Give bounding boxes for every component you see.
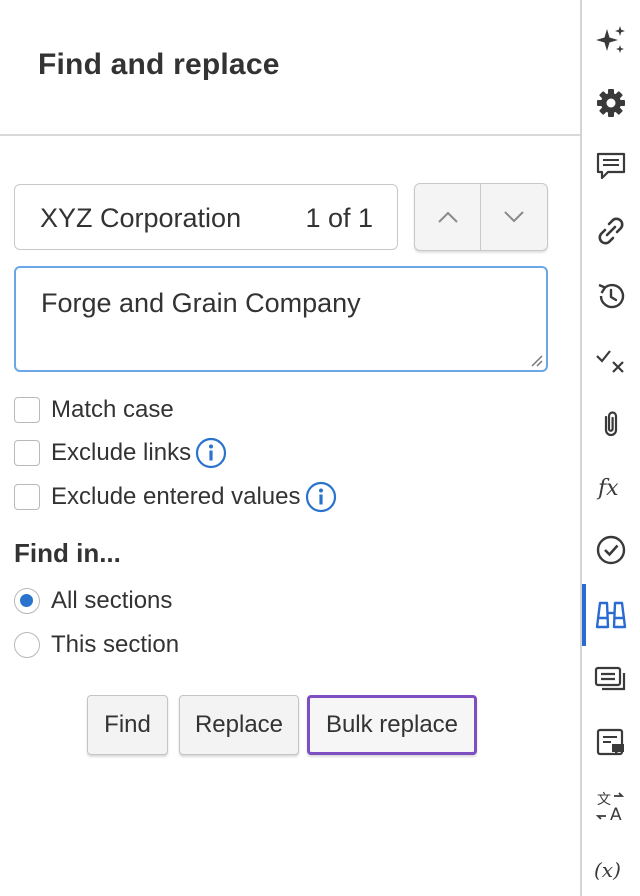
scope-all-sections[interactable]: All sections — [14, 586, 172, 616]
replace-input[interactable]: Forge and Grain Company — [14, 266, 548, 372]
option-match-case[interactable]: Match case — [14, 395, 174, 425]
panel-title: Find and replace — [38, 48, 280, 81]
paperclip-icon — [604, 411, 618, 437]
match-case-checkbox[interactable] — [14, 397, 40, 423]
rail-settings[interactable] — [582, 81, 640, 125]
exclude-entered-values-label: Exclude entered values — [51, 483, 301, 510]
rail-validation[interactable] — [582, 528, 640, 572]
history-icon — [598, 283, 625, 309]
header-divider — [0, 134, 581, 136]
match-case-label: Match case — [51, 396, 174, 423]
this-section-label: This section — [51, 631, 180, 658]
info-icon[interactable] — [195, 437, 227, 469]
rail-variables[interactable]: (x) — [582, 848, 640, 892]
rail-comments[interactable] — [582, 144, 640, 188]
rail-history[interactable] — [582, 274, 640, 318]
cards-icon — [594, 666, 626, 691]
bulk-replace-button[interactable]: Bulk replace — [307, 695, 477, 755]
exclude-links-checkbox[interactable] — [14, 440, 40, 466]
this-section-radio[interactable] — [14, 632, 40, 658]
all-sections-radio[interactable] — [14, 588, 40, 614]
gear-icon — [597, 89, 625, 117]
link-icon — [598, 217, 624, 245]
function-icon: fx — [596, 476, 619, 501]
next-match-button[interactable] — [481, 184, 547, 250]
option-exclude-entered-values[interactable]: Exclude entered values — [14, 481, 337, 513]
info-icon[interactable] — [305, 481, 337, 513]
note-icon — [596, 728, 624, 756]
chevron-down-icon — [504, 211, 524, 223]
chevron-up-icon — [437, 211, 458, 223]
find-replace-panel: Find and replace XYZ Corporation 1 of 1 … — [0, 0, 581, 896]
match-navigation — [414, 183, 548, 251]
check-x-icon — [596, 350, 624, 373]
option-exclude-links[interactable]: Exclude links — [14, 437, 227, 469]
svg-text:A: A — [610, 805, 622, 824]
scope-this-section[interactable]: This section — [14, 630, 179, 660]
rail-cards[interactable] — [582, 657, 640, 701]
sparkle-icon — [596, 26, 625, 53]
rail-review[interactable] — [582, 337, 640, 381]
exclude-links-label: Exclude links — [51, 439, 192, 466]
comment-icon — [596, 152, 626, 180]
check-circle-icon — [596, 535, 626, 565]
svg-text:fx: fx — [596, 476, 619, 501]
rail-find-replace[interactable] — [582, 593, 640, 637]
svg-text:文: 文 — [597, 792, 611, 808]
translate-icon: 文 A — [595, 792, 625, 824]
find-button[interactable]: Find — [87, 695, 168, 755]
exclude-entered-values-checkbox[interactable] — [14, 484, 40, 510]
find-input[interactable]: XYZ Corporation 1 of 1 — [14, 184, 398, 250]
match-count: 1 of 1 — [305, 203, 373, 233]
rail-translate[interactable]: 文 A — [582, 785, 640, 829]
binoculars-icon — [595, 601, 627, 629]
rail-formulas[interactable]: fx — [582, 467, 640, 511]
rail-notes[interactable] — [582, 720, 640, 764]
replace-button[interactable]: Replace — [179, 695, 299, 755]
replace-input-value: Forge and Grain Company — [41, 288, 361, 318]
rail-attachments[interactable] — [582, 402, 640, 446]
find-in-heading: Find in... — [14, 538, 121, 568]
svg-text:(x): (x) — [594, 858, 621, 882]
previous-match-button[interactable] — [415, 184, 481, 250]
rail-links[interactable] — [582, 209, 640, 253]
tool-rail: fx 文 A (x) — [582, 0, 640, 896]
variable-icon: (x) — [594, 858, 621, 882]
all-sections-label: All sections — [51, 587, 173, 614]
rail-ai-assist[interactable] — [582, 18, 640, 62]
resize-grip-icon[interactable] — [529, 353, 543, 367]
find-input-value: XYZ Corporation — [40, 203, 242, 233]
